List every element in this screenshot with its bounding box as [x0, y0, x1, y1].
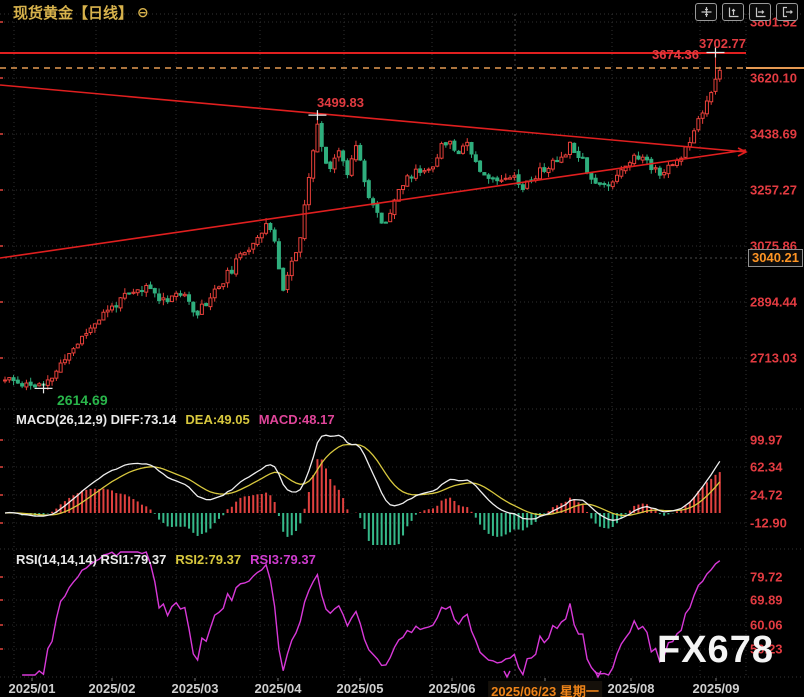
y-axis-label: 3438.69 [750, 127, 797, 142]
x-axis-label: 2025/05 [337, 681, 384, 696]
collapse-icon[interactable]: ⊖ [137, 4, 149, 21]
y-axis-label: 79.72 [750, 570, 783, 585]
x-axis-label: 2025/03 [172, 681, 219, 696]
crosshair-button[interactable] [695, 3, 717, 21]
chart-canvas[interactable] [0, 0, 804, 697]
resistance-price-label: 3674.36 [652, 47, 699, 62]
exit-button[interactable] [776, 3, 798, 21]
chart-title: 现货黄金【日线】 ⊖ [13, 2, 149, 23]
x-axis-label: 2025/08 [608, 681, 655, 696]
y-axis-label: 2894.44 [750, 295, 797, 310]
watermark: FX678 [657, 629, 774, 672]
rsi3-value: RSI3:79.37 [250, 552, 316, 567]
y-axis-label: 24.72 [750, 488, 783, 503]
y-scale-button[interactable] [722, 3, 744, 21]
crosshair-price-badge: 3040.21 [748, 249, 803, 267]
macd-header: MACD(26,12,9) DIFF:73.14 DEA:49.05 MACD:48… [16, 412, 335, 427]
chart-window: 现货黄金【日线】 ⊖ 3702.77 3674.36 3499.83 2614.… [0, 0, 804, 697]
y-scale-icon [727, 6, 740, 18]
y-axis-label: 99.97 [750, 433, 783, 448]
y-axis-label: 3257.27 [750, 183, 797, 198]
macd-diff-value: MACD(26,12,9) DIFF:73.14 [16, 412, 176, 427]
x-scale-button[interactable] [749, 3, 771, 21]
x-axis-label-crosshair-date: 2025/06/23 星期一 [488, 681, 602, 697]
instrument-title: 现货黄金【日线】 [13, 2, 133, 23]
y-axis-label: 3620.10 [750, 71, 797, 86]
high-price-label: 3702.77 [699, 36, 746, 51]
rsi1-value: RSI(14,14,14) RSI1:79.37 [16, 552, 166, 567]
x-scale-icon [754, 6, 767, 18]
x-axis-label: 2025/09 [693, 681, 740, 696]
peak-price-label: 3499.83 [317, 95, 364, 110]
x-axis-label: 2025/06 [429, 681, 476, 696]
rsi2-value: RSI2:79.37 [175, 552, 241, 567]
x-axis-label: 2025/04 [255, 681, 302, 696]
macd-hist-value: MACD:48.17 [259, 412, 335, 427]
y-axis-label: -12.90 [750, 516, 787, 531]
x-axis-label: 2025/01 [9, 681, 56, 696]
low-price-label: 2614.69 [57, 392, 108, 408]
crosshair-icon [700, 6, 713, 18]
y-axis-label: 69.89 [750, 593, 783, 608]
rsi-header: RSI(14,14,14) RSI1:79.37 RSI2:79.37 RSI3:7… [16, 552, 316, 567]
x-axis-label: 2025/02 [89, 681, 136, 696]
y-axis-label: 2713.03 [750, 351, 797, 366]
chart-toolbar [695, 3, 798, 21]
y-axis-label: 62.34 [750, 460, 783, 475]
macd-dea-value: DEA:49.05 [185, 412, 249, 427]
exit-icon [781, 6, 794, 18]
